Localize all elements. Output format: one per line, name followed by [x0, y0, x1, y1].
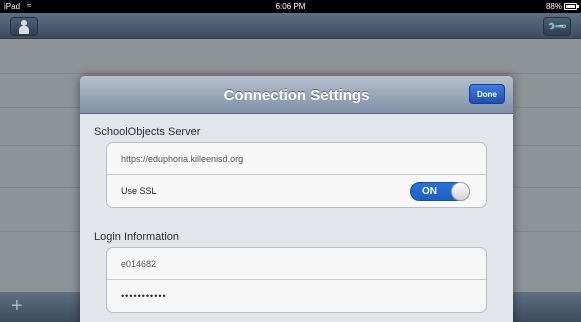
connection-settings-modal: Connection Settings Done SchoolObjects S… [80, 76, 513, 322]
battery-icon [564, 3, 579, 10]
password-field[interactable]: ••••••••••• [107, 280, 486, 312]
modal-title: Connection Settings [223, 87, 370, 104]
login-settings-group: e014682 ••••••••••• [106, 247, 487, 313]
done-button[interactable]: Done [469, 84, 505, 104]
battery-percent: 88% [545, 2, 562, 11]
settings-button[interactable]: 🔧 [543, 15, 571, 38]
password-value: ••••••••••• [121, 291, 167, 301]
status-bar: iPad ≈ 6:06 PM 88% [0, 0, 581, 13]
server-section-heading: SchoolObjects Server [94, 126, 201, 138]
username-field[interactable]: e014682 [107, 248, 486, 280]
ssl-row: Use SSL ON [107, 175, 486, 207]
status-time: 6:06 PM [275, 2, 306, 11]
nav-bar: 🔧 [0, 13, 581, 39]
toggle-knob [451, 182, 470, 201]
login-section-heading: Login Information [94, 231, 179, 243]
person-icon [18, 19, 30, 34]
modal-header: Connection Settings Done [80, 76, 513, 114]
list-divider [0, 73, 581, 74]
ssl-label: Use SSL [121, 186, 157, 196]
profile-button[interactable] [10, 17, 38, 36]
ssl-toggle[interactable]: ON [410, 182, 470, 201]
add-icon[interactable]: + [11, 296, 23, 316]
modal-body: SchoolObjects Server https://eduphoria.k… [80, 114, 513, 322]
server-url-field[interactable]: https://eduphoria.killeenisd.org [107, 143, 486, 175]
ssl-toggle-state: ON [422, 186, 437, 197]
server-settings-group: https://eduphoria.killeenisd.org Use SSL… [106, 142, 487, 208]
wrench-icon: 🔧 [545, 15, 569, 38]
